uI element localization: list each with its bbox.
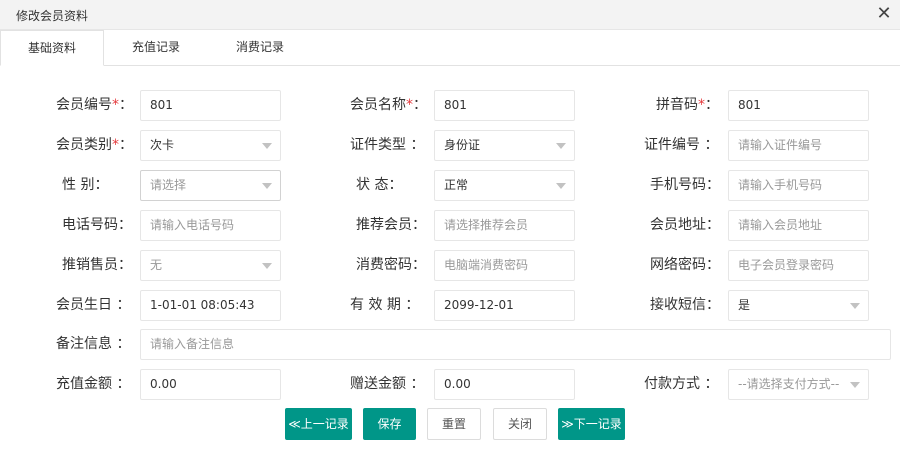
member-name-input[interactable]: 801 xyxy=(434,90,575,121)
id-type-select[interactable]: 身份证 xyxy=(434,130,575,161)
referrer-input[interactable]: 请选择推荐会员 xyxy=(434,210,575,241)
chevron-down-icon xyxy=(262,263,272,269)
bonus-label: 赠送金额 ： xyxy=(350,376,425,392)
payment-label: 付款方式 ： xyxy=(644,376,719,392)
remark-label: 备注信息 ： xyxy=(56,336,131,352)
valid-until-label: 有 效 期 ： xyxy=(350,297,420,313)
member-no-label: 会员编号*： xyxy=(56,97,133,113)
close-icon[interactable]: ✕ xyxy=(874,3,894,25)
mobile-input[interactable]: 请输入手机号码 xyxy=(728,170,869,201)
member-no-input[interactable]: 801 xyxy=(140,90,281,121)
member-type-label: 会员类别*： xyxy=(56,137,133,153)
address-input[interactable]: 请输入会员地址 xyxy=(728,210,869,241)
next-record-button[interactable]: ≫下一记录 xyxy=(558,408,625,440)
pay-password-label: 消费密码： xyxy=(356,257,426,273)
id-no-input[interactable]: 请输入证件编号 xyxy=(728,130,869,161)
bonus-input[interactable]: 0.00 xyxy=(434,369,575,400)
salesperson-label: 推销售员： xyxy=(62,257,132,273)
recharge-label: 充值金额 ： xyxy=(56,376,131,392)
birthday-input[interactable]: 1-01-01 08:05:43 xyxy=(140,290,281,321)
chevron-down-icon xyxy=(556,143,566,149)
pay-password-input[interactable]: 电脑端消费密码 xyxy=(434,250,575,281)
id-type-label: 证件类型 ： xyxy=(350,137,425,153)
tab-bar: 基础资料 充值记录 消费记录 xyxy=(0,30,900,66)
tab-basic-info[interactable]: 基础资料 xyxy=(0,30,104,66)
birthday-label: 会员生日 ： xyxy=(56,297,131,313)
chevron-down-icon xyxy=(262,143,272,149)
chevron-down-icon xyxy=(262,183,272,189)
web-password-label: 网络密码： xyxy=(650,257,720,273)
chevron-down-icon xyxy=(850,303,860,309)
remark-input[interactable]: 请输入备注信息 xyxy=(140,329,891,360)
payment-select[interactable]: --请选择支付方式-- xyxy=(728,369,869,400)
id-no-label: 证件编号 ： xyxy=(644,137,719,153)
phone-input[interactable]: 请输入电话号码 xyxy=(140,210,281,241)
tab-recharge-records[interactable]: 充值记录 xyxy=(104,30,208,66)
save-button[interactable]: 保存 xyxy=(363,408,416,440)
dialog-titlebar: 修改会员资料 ✕ xyxy=(0,0,900,30)
tab-consumption-records[interactable]: 消费记录 xyxy=(208,30,312,66)
sms-label: 接收短信： xyxy=(650,297,720,313)
gender-label: 性 别： xyxy=(62,177,109,193)
dialog-title: 修改会员资料 xyxy=(16,9,89,23)
status-select[interactable]: 正常 xyxy=(434,170,575,201)
valid-until-input[interactable]: 2099-12-01 xyxy=(434,290,575,321)
salesperson-select[interactable]: 无 xyxy=(140,250,281,281)
address-label: 会员地址： xyxy=(650,217,720,233)
pinyin-input[interactable]: 801 xyxy=(728,90,869,121)
member-type-select[interactable]: 次卡 xyxy=(140,130,281,161)
status-label: 状 态： xyxy=(356,177,403,193)
member-name-label: 会员名称*： xyxy=(350,97,427,113)
reset-button[interactable]: 重置 xyxy=(427,408,481,440)
prev-record-button[interactable]: ≪上一记录 xyxy=(285,408,352,440)
web-password-input[interactable]: 电子会员登录密码 xyxy=(728,250,869,281)
pinyin-label: 拼音码*： xyxy=(656,97,719,113)
sms-select[interactable]: 是 xyxy=(728,290,869,321)
mobile-label: 手机号码： xyxy=(650,177,720,193)
chevron-down-icon xyxy=(850,382,860,388)
phone-label: 电话号码： xyxy=(62,217,132,233)
gender-select[interactable]: 请选择 xyxy=(140,170,281,201)
chevron-down-icon xyxy=(556,183,566,189)
recharge-input[interactable]: 0.00 xyxy=(140,369,281,400)
referrer-label: 推荐会员： xyxy=(356,217,426,233)
close-button[interactable]: 关闭 xyxy=(493,408,547,440)
